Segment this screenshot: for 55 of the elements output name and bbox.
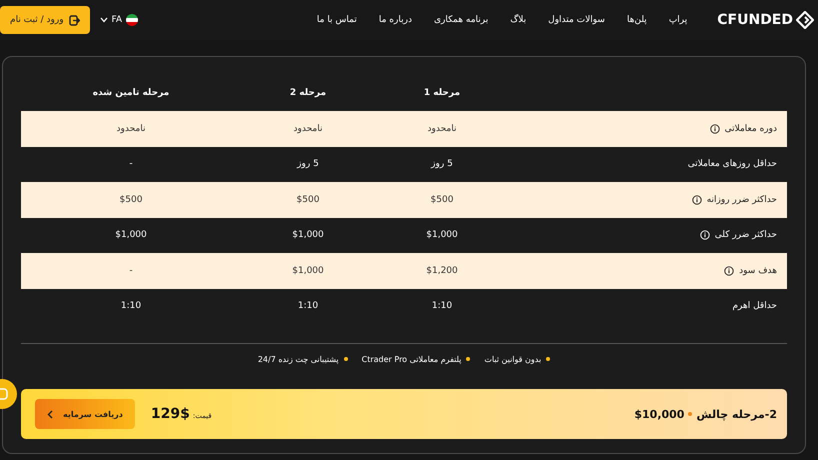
table-cell-text: $500 <box>430 194 454 205</box>
logo-text[interactable]: CFUNDED <box>717 12 793 28</box>
login-button[interactable]: ورود / ثبت نام <box>0 6 90 34</box>
table-cell-text: نامحدود <box>116 124 146 134</box>
table-cell-text: $1,000 <box>291 266 325 276</box>
nav-link[interactable]: بلاگ <box>510 15 526 25</box>
table-cell-text: 1:10 <box>296 301 320 312</box>
table-cell-text: - <box>128 266 134 276</box>
nav-link[interactable]: سوالات متداول <box>548 15 605 25</box>
table-cell-text: $1,000 <box>425 230 459 240</box>
chevron-left-icon <box>47 410 53 418</box>
table-cell-text: نامحدود <box>292 124 324 134</box>
info-icon[interactable] <box>692 194 702 205</box>
bullet-icon <box>546 357 550 361</box>
nav-link[interactable]: پلن‌ها <box>626 15 647 25</box>
table-cell-text: $1,000 <box>114 230 148 240</box>
table-cell-text: 5 روز <box>430 159 454 170</box>
bullet-icon <box>344 357 348 361</box>
table-cell-text: 1:10 <box>430 301 454 312</box>
row-label: دوره معاملاتی <box>724 124 777 134</box>
row-label: حداقل روزهای معاملاتی <box>688 159 777 170</box>
chevron-down-icon[interactable] <box>100 17 108 23</box>
nav-link[interactable]: پراپ <box>668 15 688 25</box>
nav-link[interactable]: برنامه همکاری <box>434 15 488 25</box>
row-label: حداکثر ضرر کلی <box>714 230 777 240</box>
language-label[interactable]: FA <box>112 15 122 25</box>
login-icon <box>68 14 80 26</box>
column-header: مرحله 1 <box>422 88 462 98</box>
row-label: حداقل اهرم <box>732 301 777 312</box>
table-cell-text: $500 <box>118 194 144 205</box>
table-cell-text: - <box>128 159 134 170</box>
plan-amount: $10,000 <box>634 408 684 420</box>
table-cell-text: $1,000 <box>291 230 325 240</box>
info-icon[interactable] <box>724 266 734 276</box>
table-cell-text: 5 روز <box>296 159 320 170</box>
row-label: حداکثر ضرر روزانه <box>706 194 777 205</box>
bullet-icon <box>466 357 470 361</box>
nav-link[interactable]: تماس با ما <box>316 15 357 25</box>
get-funded-button[interactable]: دریافت سرمایه <box>35 399 135 429</box>
logo-icon <box>796 11 814 29</box>
feature-text: پلتفرم معاملاتی Ctrader Pro <box>362 354 462 364</box>
row-label: هدف سود <box>739 266 777 276</box>
table-cell-text: $1,200 <box>425 266 459 276</box>
column-header: مرحله 2 <box>288 88 328 98</box>
feature-text: بدون قوانین ثبات <box>484 354 542 364</box>
feature-text: پشتیبانی چت زنده 24/7 <box>258 354 339 364</box>
nav-link[interactable]: درباره ما <box>378 15 412 25</box>
plan-name: 2-مرحله چالش <box>696 408 777 420</box>
price-value: 129$ <box>150 406 190 422</box>
table-cell-text: $500 <box>296 194 320 205</box>
column-header: مرحله تامین شده <box>92 88 170 98</box>
info-icon[interactable] <box>710 124 720 134</box>
flag-icon[interactable] <box>126 14 138 26</box>
table-cell-text: 1:10 <box>120 301 142 312</box>
table-cell-text: نامحدود <box>426 124 458 134</box>
